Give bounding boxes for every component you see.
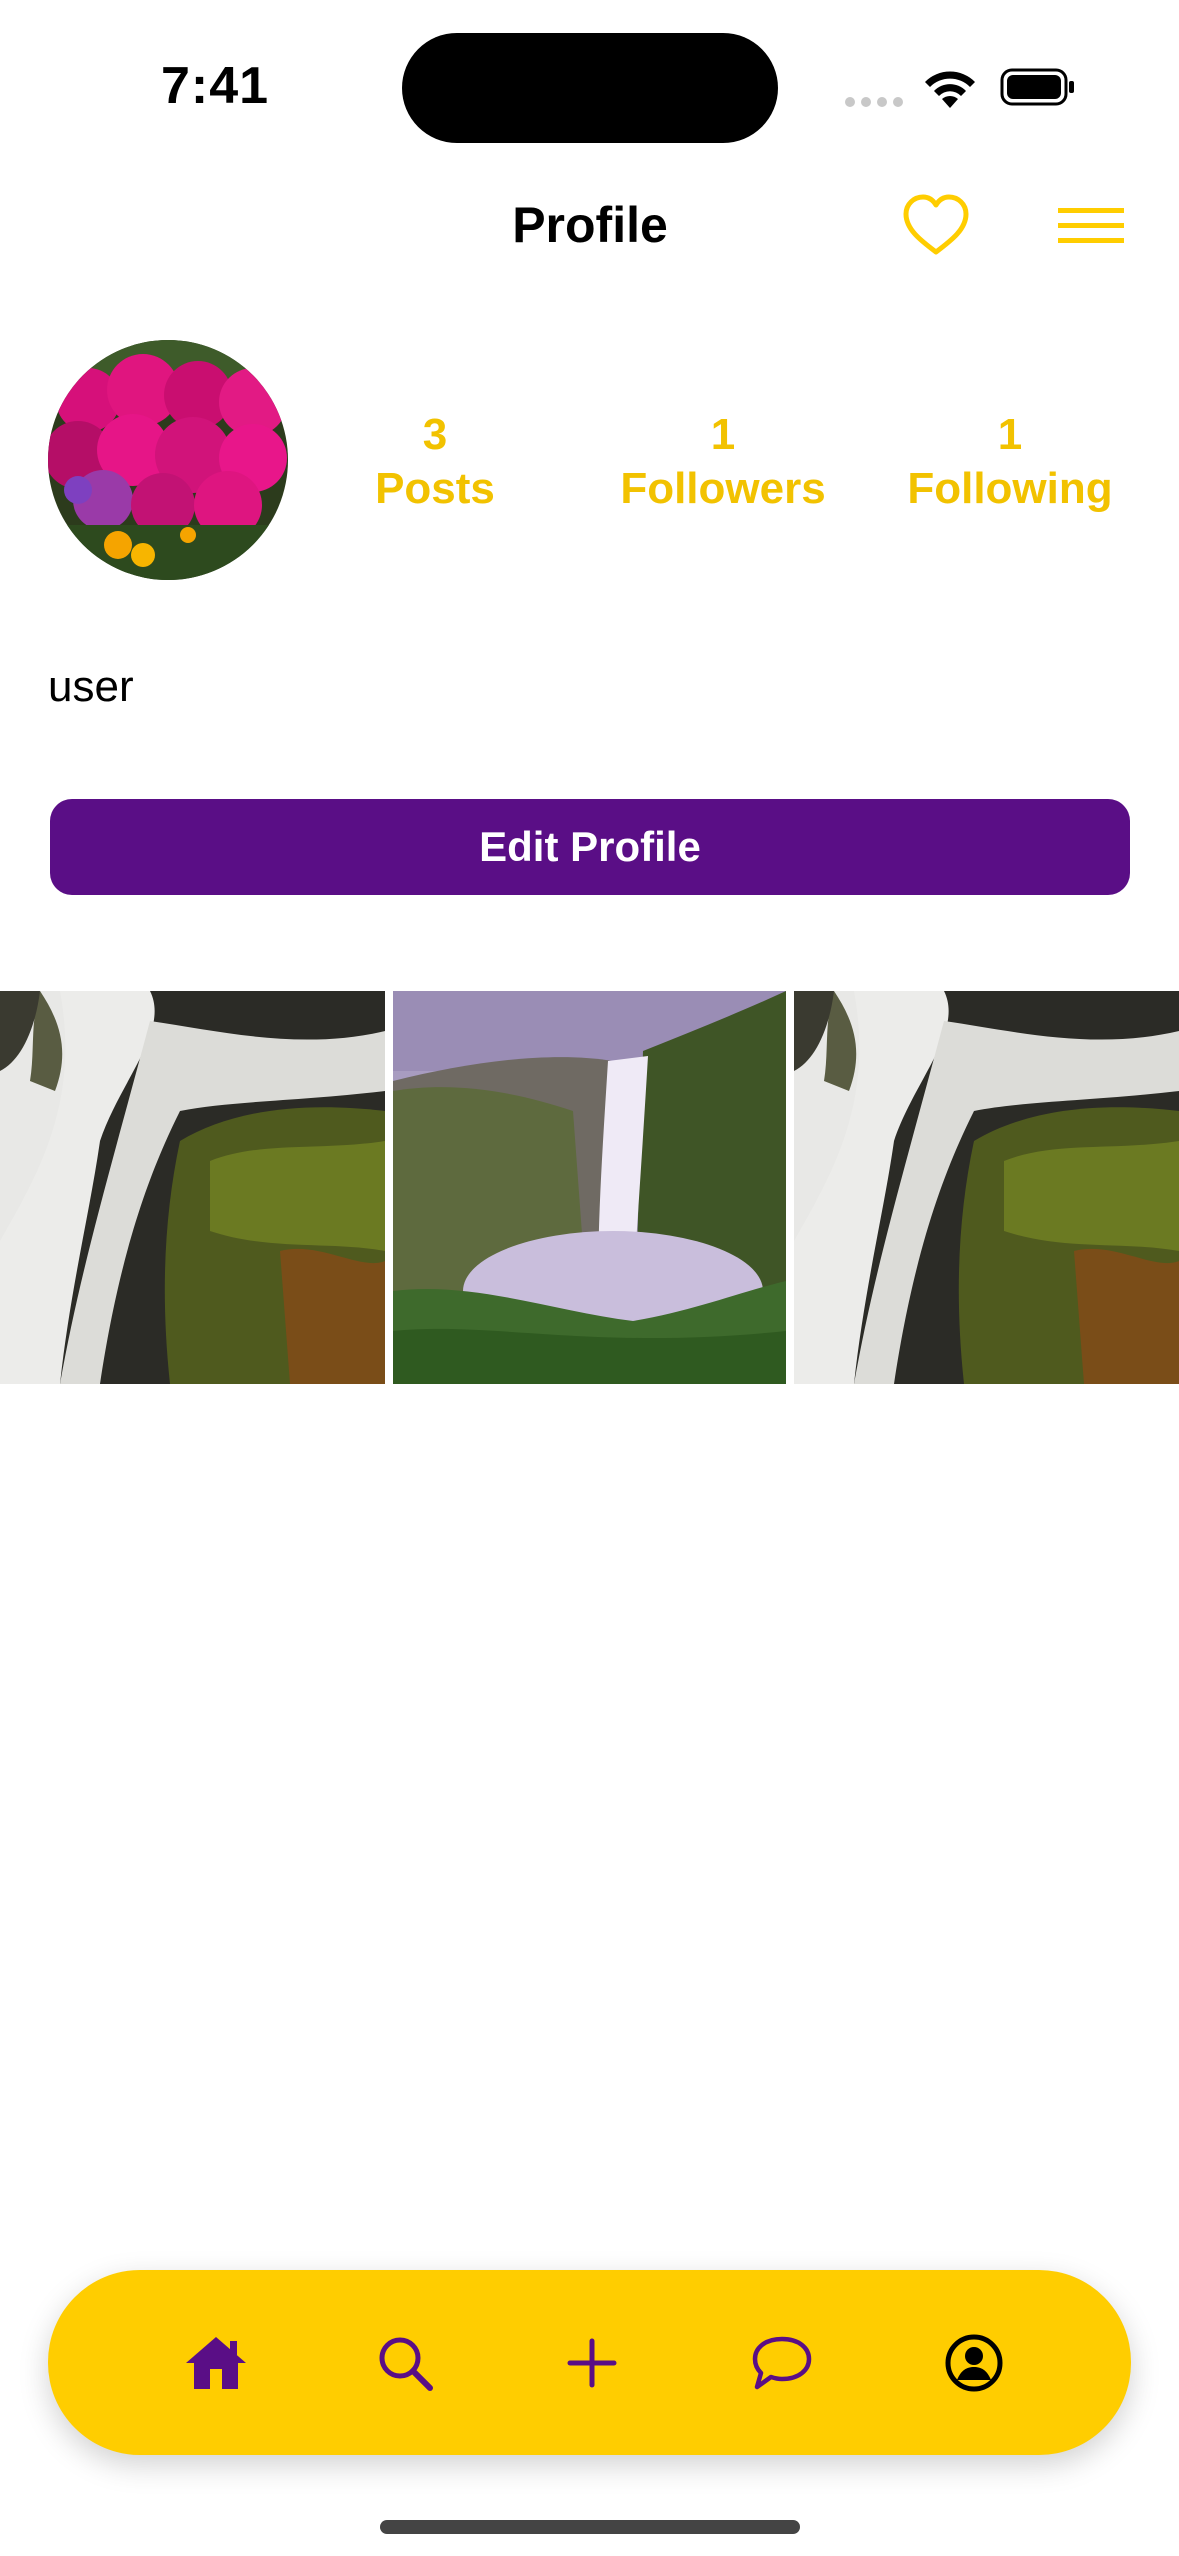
home-indicator <box>380 2520 800 2534</box>
stat-following[interactable]: 1 Following <box>880 408 1140 516</box>
tab-add[interactable] <box>551 2322 633 2404</box>
tab-messages[interactable] <box>741 2322 823 2404</box>
stat-posts[interactable]: 3 Posts <box>305 408 565 516</box>
status-time: 7:41 <box>160 57 270 115</box>
avatar-flowers-image <box>48 340 288 580</box>
wifi-icon <box>925 71 975 108</box>
grid-post-1[interactable] <box>0 991 385 1384</box>
followers-label: Followers <box>620 464 826 513</box>
waterfall-valley-image <box>393 991 786 1384</box>
tab-profile[interactable] <box>933 2322 1015 2404</box>
tab-home[interactable] <box>175 2322 257 2404</box>
chat-icon <box>752 2336 812 2390</box>
battery-icon <box>1000 68 1074 106</box>
tab-bar <box>48 2270 1131 2455</box>
heart-icon[interactable] <box>900 190 972 262</box>
grid-post-3[interactable] <box>794 991 1179 1384</box>
username: user <box>48 662 134 711</box>
page-title: Profile <box>512 197 668 253</box>
waterfall-rocks-image <box>0 991 385 1384</box>
followers-count: 1 <box>710 410 736 459</box>
cellular-signal-icon <box>845 94 909 112</box>
menu-icon[interactable] <box>1058 202 1124 248</box>
edit-profile-button[interactable]: Edit Profile <box>50 799 1130 895</box>
profile-icon <box>945 2334 1003 2392</box>
following-count: 1 <box>997 410 1023 459</box>
home-icon <box>186 2337 246 2389</box>
posts-label: Posts <box>375 464 495 513</box>
avatar[interactable] <box>48 340 288 580</box>
tab-search[interactable] <box>364 2322 446 2404</box>
dynamic-island <box>402 33 778 143</box>
stat-followers[interactable]: 1 Followers <box>593 408 853 516</box>
add-icon <box>567 2338 617 2388</box>
following-label: Following <box>907 464 1113 513</box>
posts-count: 3 <box>422 410 448 459</box>
waterfall-rocks-image <box>794 991 1179 1384</box>
search-icon <box>379 2337 433 2391</box>
grid-post-2[interactable] <box>393 991 786 1384</box>
